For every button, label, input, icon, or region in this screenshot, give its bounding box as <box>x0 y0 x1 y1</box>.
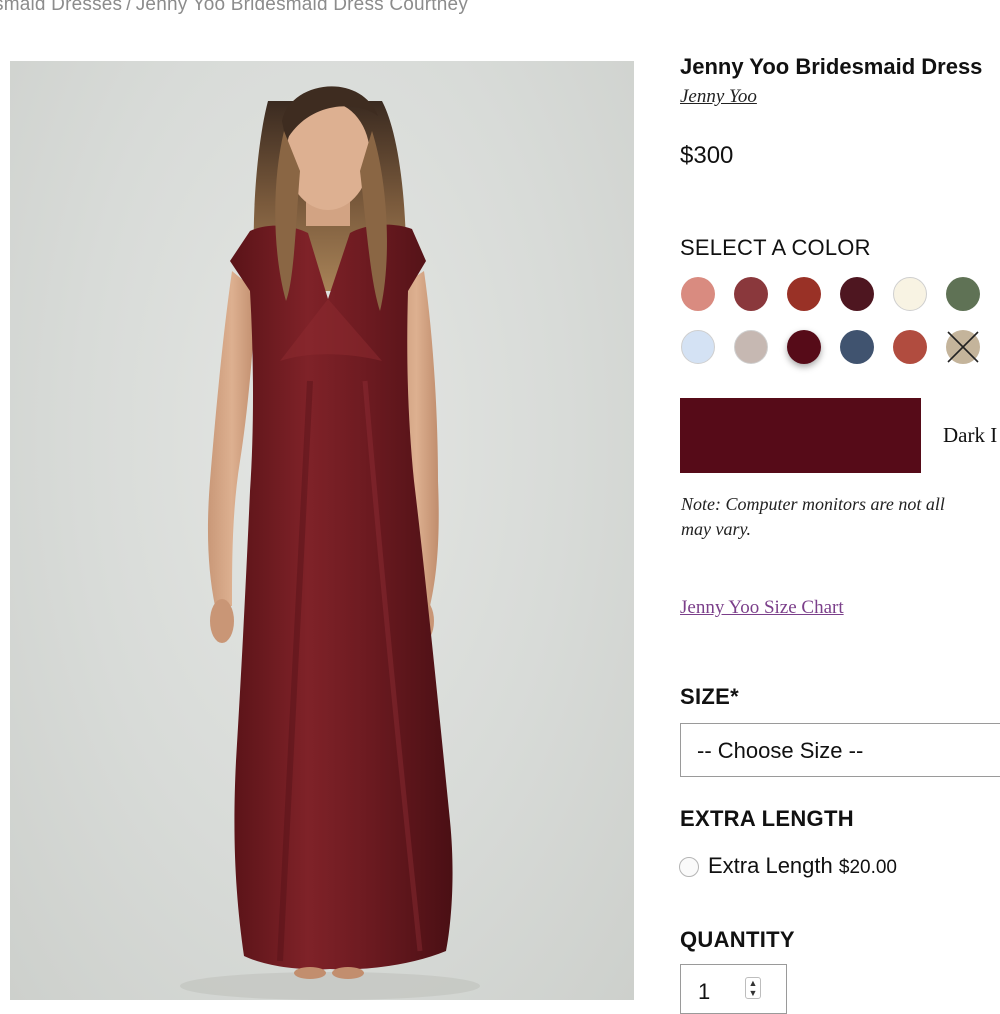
note-line-1: Note: Computer monitors are not all <box>681 494 945 514</box>
size-label: SIZE* <box>680 684 739 709</box>
size-select-value: -- Choose Size -- <box>697 738 864 763</box>
product-title: Jenny Yoo Bridesmaid Dress <box>680 54 983 79</box>
extra-length-option-label: Extra Length <box>708 853 833 878</box>
color-swatch[interactable] <box>681 277 715 311</box>
extra-length-label: EXTRA LENGTH <box>680 806 854 831</box>
color-swatch[interactable] <box>840 330 874 364</box>
quantity-value: 1 <box>698 979 711 1004</box>
unavailable-x-icon <box>947 331 979 363</box>
extra-length-radio[interactable] <box>679 857 699 877</box>
select-color-heading: SELECT A COLOR <box>680 235 871 260</box>
extra-length-option[interactable]: Extra Length $20.00 <box>708 853 897 879</box>
color-swatch[interactable] <box>787 277 821 311</box>
color-swatch-selected[interactable] <box>787 330 821 364</box>
breadcrumb: smaid Dresses / Jenny Yoo Bridesmaid Dress… <box>0 0 468 16</box>
quantity-input[interactable]: 1 ▲ ▼ <box>680 964 787 1014</box>
designer-link[interactable]: Jenny Yoo <box>680 86 757 108</box>
size-chart-link[interactable]: Jenny Yoo Size Chart <box>680 597 844 619</box>
stepper-down-icon[interactable]: ▼ <box>746 988 760 998</box>
breadcrumb-parent-link[interactable]: smaid Dresses <box>0 0 122 15</box>
color-swatch[interactable] <box>734 277 768 311</box>
quantity-stepper[interactable]: ▲ ▼ <box>745 977 761 999</box>
breadcrumb-separator: / <box>126 0 132 15</box>
color-swatch[interactable] <box>893 330 927 364</box>
color-swatch[interactable] <box>893 277 927 311</box>
color-swatch[interactable] <box>681 330 715 364</box>
breadcrumb-current: Jenny Yoo Bridesmaid Dress Courtney <box>135 0 469 15</box>
product-price: $300 <box>680 142 734 169</box>
quantity-label: QUANTITY <box>680 927 795 952</box>
color-swatch-unavailable[interactable] <box>946 330 980 364</box>
product-image[interactable] <box>10 61 634 1000</box>
note-line-2: may vary. <box>681 519 751 539</box>
color-swatch[interactable] <box>840 277 874 311</box>
size-select[interactable]: -- Choose Size -- <box>680 723 1000 777</box>
color-disclaimer-note: Note: Computer monitors are not all may … <box>681 492 1000 542</box>
color-swatch[interactable] <box>734 330 768 364</box>
selected-color-preview <box>680 398 921 473</box>
stepper-up-icon[interactable]: ▲ <box>746 978 760 988</box>
extra-length-price: $20.00 <box>838 857 897 878</box>
color-swatch[interactable] <box>946 277 980 311</box>
selected-color-name: Dark I <box>943 423 998 447</box>
model-illustration <box>180 86 480 1000</box>
